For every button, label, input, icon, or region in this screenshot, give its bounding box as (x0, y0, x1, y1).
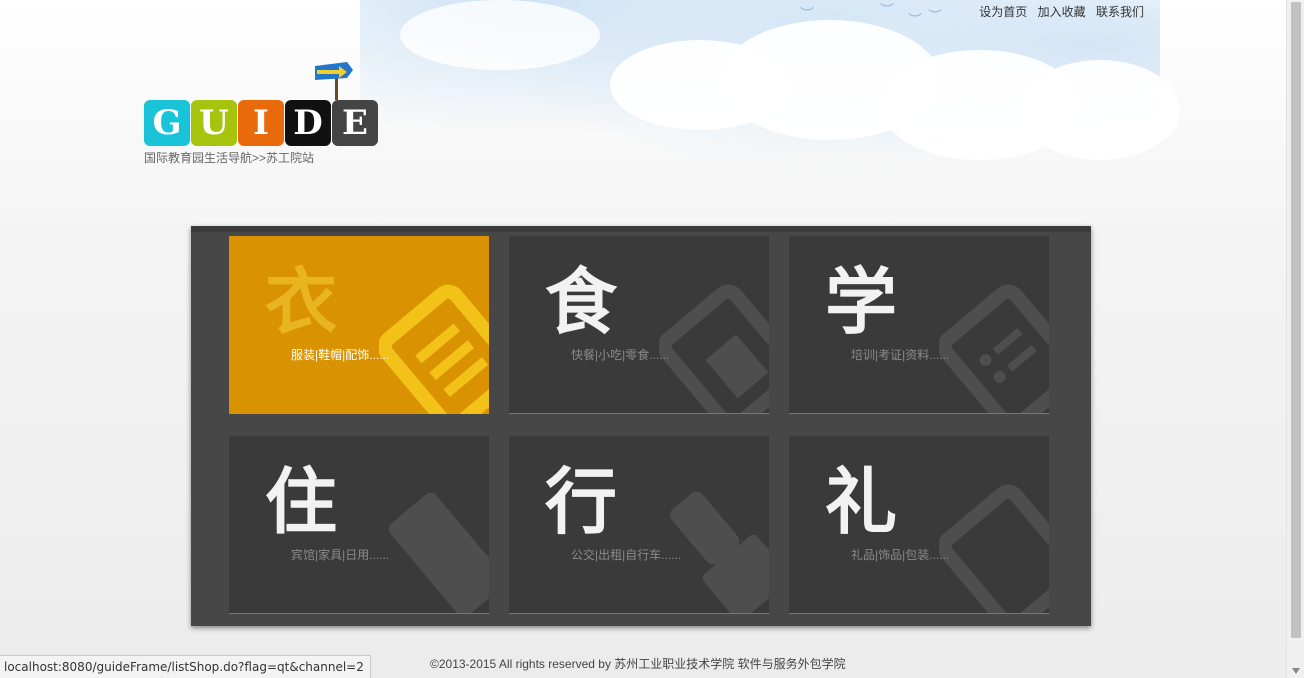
logo-letter-u: U (191, 100, 237, 146)
set-homepage-link[interactable]: 设为首页 (979, 5, 1027, 19)
browser-status-url: localhost:8080/guideFrame/listShop.do?fl… (0, 655, 371, 678)
logo-letter-e: E (332, 100, 378, 146)
guide-logo[interactable]: G U I D E (144, 100, 378, 146)
logo-letter-g: G (144, 100, 190, 146)
category-char: 衣 (265, 260, 338, 344)
site-subtitle: 国际教育园生活导航>>苏工院站 (144, 151, 315, 165)
top-links: 设为首页 加入收藏 联系我们 (972, 3, 1144, 20)
category-card-lodging[interactable]: 住 宾馆|家具|日用...... (229, 436, 489, 614)
contact-us-link[interactable]: 联系我们 (1096, 5, 1144, 19)
category-card-clothing[interactable]: 衣 服装|鞋帽|配饰...... (229, 236, 489, 414)
scrollbar-thumb[interactable] (1291, 2, 1301, 638)
category-subtitle: 培训|考证|资料...... (851, 348, 950, 362)
category-card-gifts[interactable]: 礼 礼品|饰品|包装...... (789, 436, 1049, 614)
signpost-icon (315, 62, 353, 100)
scroll-down-arrow-icon[interactable] (1292, 668, 1300, 674)
category-subtitle: 宾馆|家具|日用...... (291, 548, 390, 562)
category-char: 食 (545, 260, 618, 344)
category-card-travel[interactable]: 行 公交|出租|自行车...... (509, 436, 769, 614)
food-tag-icon (659, 284, 769, 413)
category-char: 行 (545, 460, 618, 544)
category-subtitle: 快餐|小吃|零食...... (571, 348, 670, 362)
logo-letter-d: D (285, 100, 331, 146)
sky-banner: ︶ ︶ ︶ ︶ (360, 0, 1180, 215)
footer-address-cutoff (430, 672, 850, 678)
lodging-tag-icon (388, 492, 489, 613)
category-char: 住 (265, 460, 338, 544)
clothing-tag-icon (379, 284, 489, 414)
gift-tag-icon (939, 484, 1049, 613)
category-char: 礼 (825, 460, 898, 544)
category-char: 学 (825, 260, 898, 344)
copyright-footer: ©2013-2015 All rights reserved by 苏州工业职业… (430, 657, 846, 671)
vertical-scrollbar[interactable] (1286, 0, 1304, 678)
study-tag-icon (939, 284, 1049, 413)
logo-letter-i: I (238, 100, 284, 146)
category-subtitle: 礼品|饰品|包装...... (851, 548, 950, 562)
travel-tag-icon (670, 491, 769, 613)
category-card-food[interactable]: 食 快餐|小吃|零食...... (509, 236, 769, 414)
category-panel: 衣 服装|鞋帽|配饰...... 食 快餐|小吃|零食...... 学 培训|考… (191, 226, 1091, 626)
category-subtitle: 服装|鞋帽|配饰...... (291, 348, 390, 362)
add-favorite-link[interactable]: 加入收藏 (1038, 5, 1086, 19)
category-subtitle: 公交|出租|自行车...... (571, 548, 682, 562)
category-card-study[interactable]: 学 培训|考证|资料...... (789, 236, 1049, 414)
